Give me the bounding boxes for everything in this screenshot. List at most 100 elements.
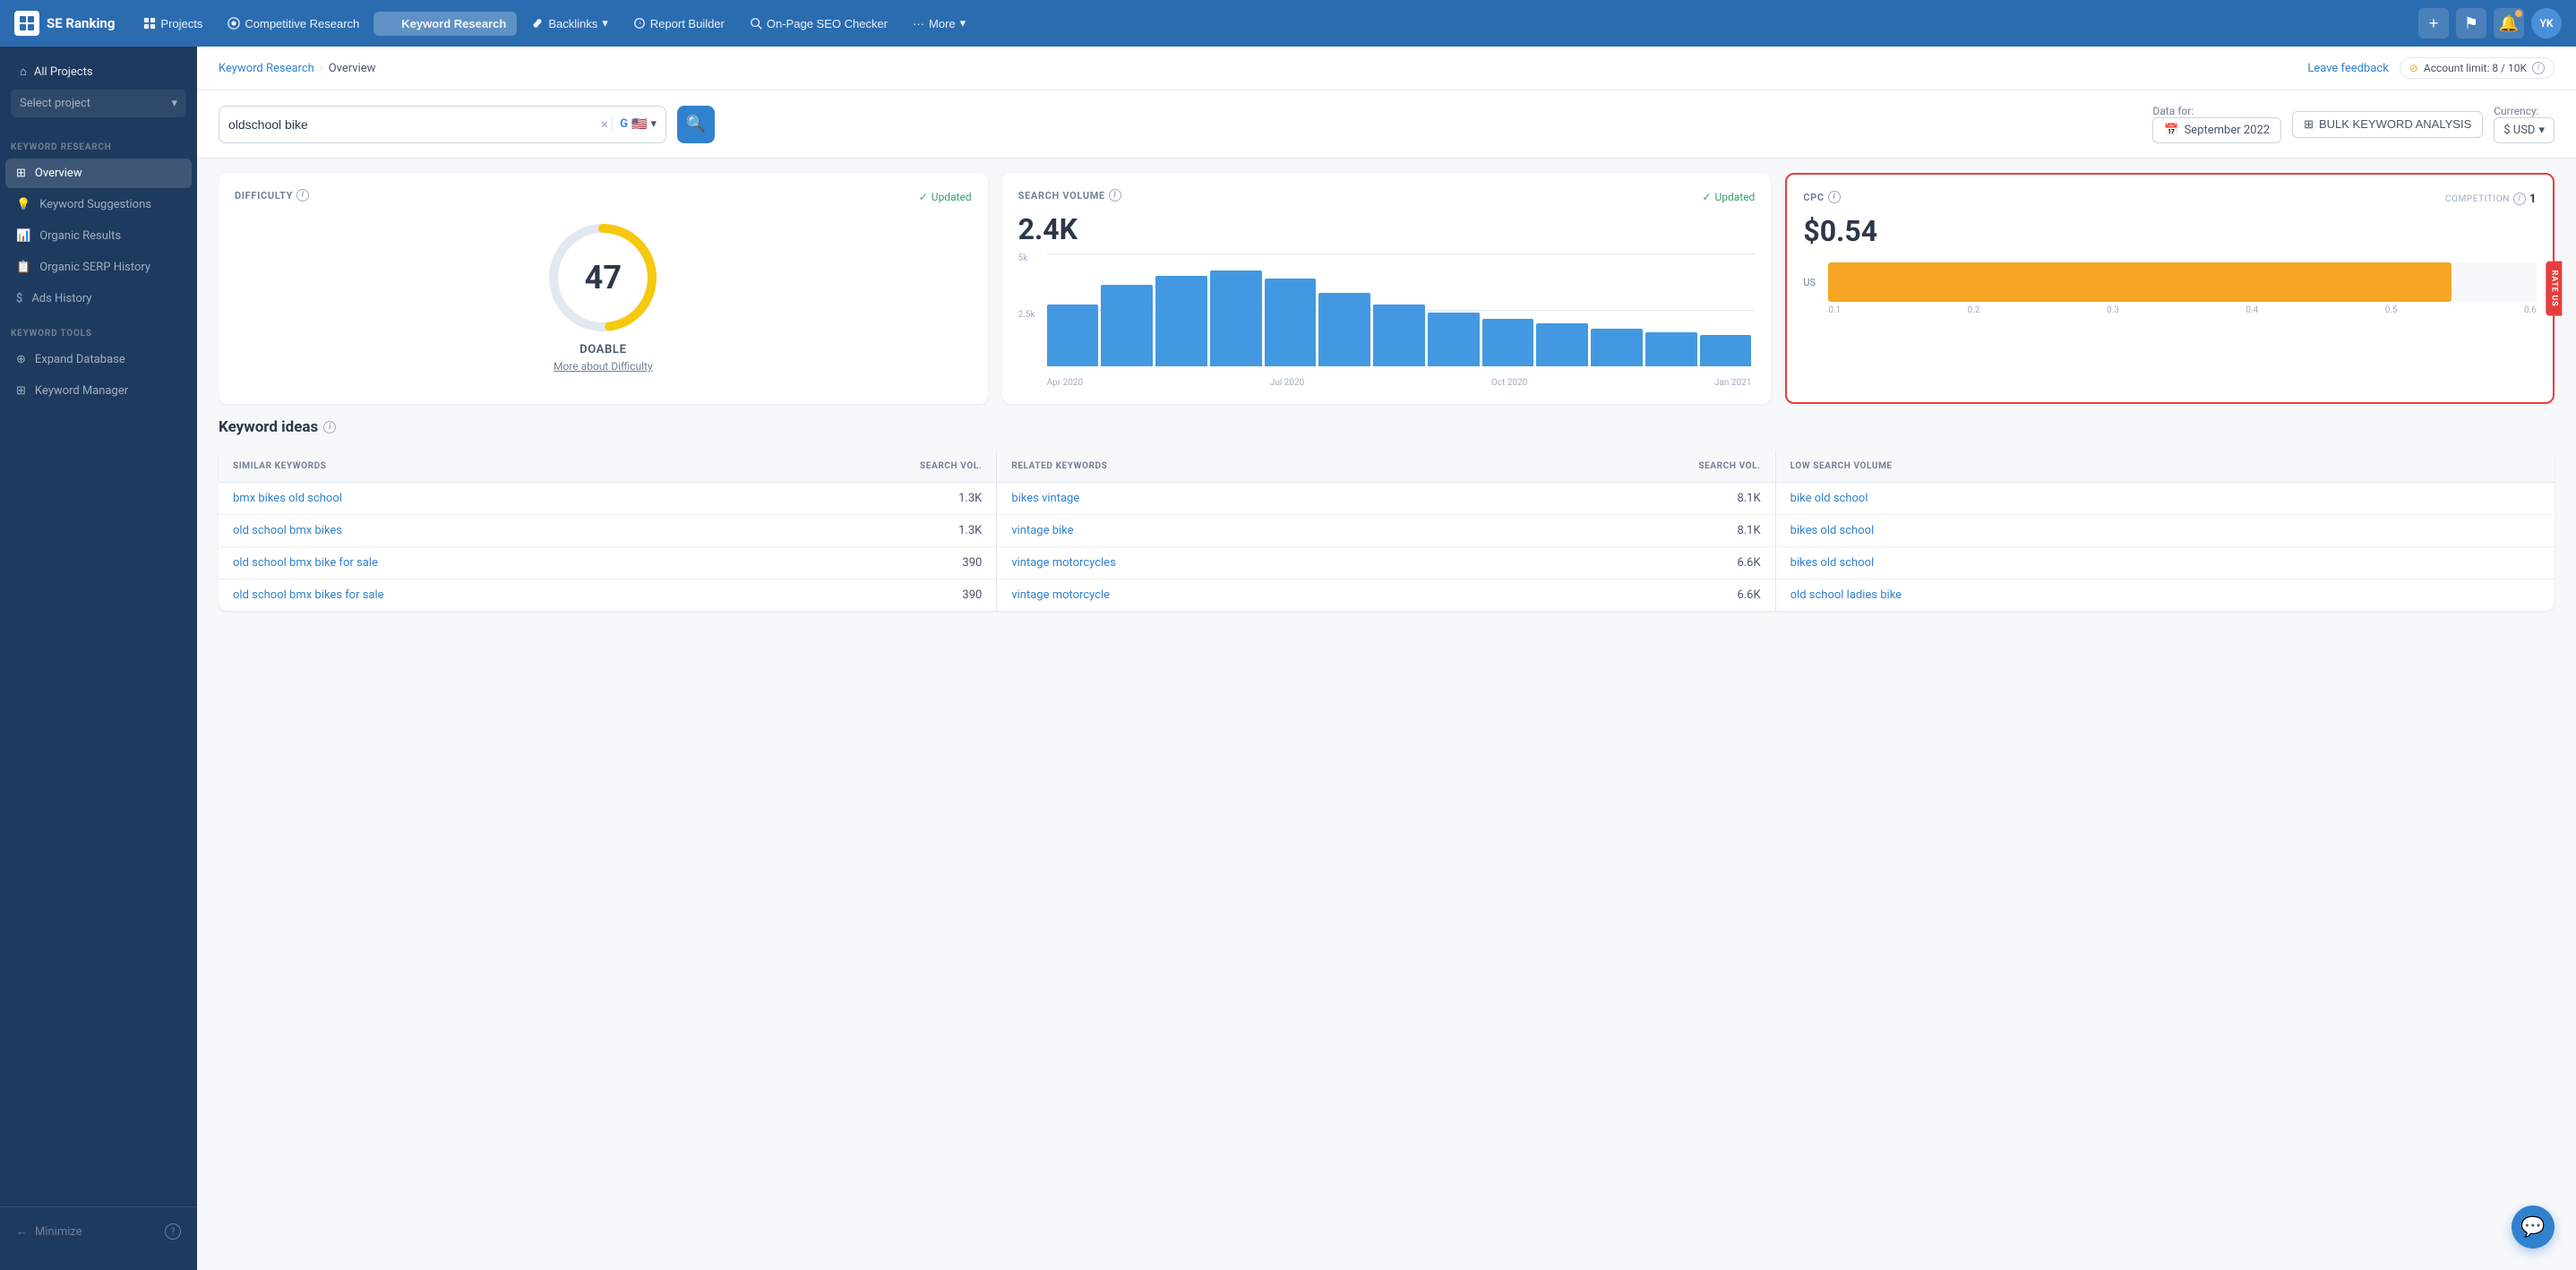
related-keyword-2[interactable]: vintage bike — [1011, 524, 1737, 537]
currency-selector[interactable]: $ USD ▾ — [2494, 117, 2555, 143]
sidebar-item-ads-history[interactable]: $ Ads History — [5, 284, 192, 313]
ads-history-icon: $ — [16, 292, 22, 305]
nav-onpage-label: On-Page SEO Checker — [767, 17, 888, 30]
sv-check-icon: ✓ — [1702, 191, 1711, 203]
search-input[interactable] — [228, 117, 597, 132]
related-keyword-4[interactable]: vintage motorcycle — [1011, 588, 1737, 602]
sidebar-item-keyword-manager[interactable]: ⊞ Keyword Manager — [5, 376, 192, 406]
serp-history-icon: 📋 — [16, 261, 30, 274]
search-volume-card: SEARCH VOLUME i ✓ Updated 2.4K 5k 2.5k — [1002, 173, 1772, 404]
similar-keywords-col: SIMILAR KEYWORDS SEARCH VOL. bmx bikes o… — [219, 451, 997, 611]
add-button[interactable]: + — [2418, 8, 2449, 39]
related-keywords-header: RELATED KEYWORDS SEARCH VOL. — [997, 451, 1774, 483]
similar-keywords-subtitle: SEARCH VOL. — [920, 461, 982, 471]
organic-results-icon: 📊 — [16, 229, 30, 243]
sv-bar — [1047, 305, 1099, 366]
app-logo[interactable]: SE Ranking — [14, 11, 115, 36]
cpc-info-icon[interactable]: i — [1828, 191, 1841, 203]
sv-y-label-2k5: 2.5k — [1018, 310, 1047, 320]
nav-report-builder[interactable]: Report Builder — [623, 12, 735, 36]
similar-keywords-title: SIMILAR KEYWORDS — [233, 461, 920, 471]
project-select-label: Select project — [20, 97, 90, 110]
account-limit-info-icon[interactable]: i — [2532, 62, 2545, 74]
low-sv-col: LOW SEARCH VOLUME bike old school bikes … — [1776, 451, 2555, 611]
difficulty-info-icon[interactable]: i — [296, 189, 309, 202]
nav-competitive-research[interactable]: Competitive Research — [217, 12, 370, 36]
difficulty-updated: ✓ Updated — [919, 191, 972, 203]
cpc-tick-02: 0.2 — [1968, 305, 1980, 315]
user-avatar[interactable]: YK — [2531, 8, 2562, 39]
low-keyword-4[interactable]: old school ladies bike — [1790, 588, 2540, 602]
related-keyword-3[interactable]: vintage motorcycles — [1011, 556, 1737, 570]
date-value: September 2022 — [2185, 124, 2271, 137]
leave-feedback-link[interactable]: Leave feedback — [2307, 62, 2388, 75]
similar-keyword-4[interactable]: old school bmx bikes for sale — [233, 588, 962, 602]
nav-backlinks[interactable]: Backlinks ▾ — [520, 11, 618, 36]
ideas-info-icon[interactable]: i — [323, 421, 336, 433]
sidebar-ads-label: Ads History — [31, 292, 91, 305]
similar-keyword-1[interactable]: bmx bikes old school — [233, 492, 958, 505]
competition-section: COMPETITION i 1 — [2445, 193, 2537, 206]
data-for-section: Data for: 📅 September 2022 ⊞ BULK KEYWOR… — [2152, 105, 2555, 143]
help-icon[interactable]: ? — [165, 1223, 181, 1240]
similar-vol-2: 1.3K — [958, 524, 982, 537]
sv-info-icon[interactable]: i — [1109, 189, 1121, 202]
sv-y-label-5k: 5k — [1018, 253, 1047, 263]
home-icon: ⌂ — [20, 64, 27, 79]
sidebar-item-keyword-suggestions[interactable]: 💡 Keyword Suggestions — [5, 190, 192, 219]
sv-value: 2.4K — [1018, 212, 1756, 246]
related-row-1: bikes vintage 8.1K — [997, 483, 1774, 515]
bulk-analysis-button[interactable]: ⊞ BULK KEYWORD ANALYSIS — [2292, 111, 2483, 138]
low-keyword-3[interactable]: bikes old school — [1790, 556, 2540, 570]
sidebar-item-expand-db[interactable]: ⊕ Expand Database — [5, 345, 192, 374]
cpc-tick-04: 0.4 — [2245, 305, 2258, 315]
related-keyword-1[interactable]: bikes vintage — [1011, 492, 1737, 505]
account-limit: ⊘ Account limit: 8 / 10K i — [2400, 57, 2555, 79]
nav-keyword-research[interactable]: Keyword Research — [374, 12, 517, 36]
data-for-label: Data for: — [2152, 105, 2281, 117]
search-magnifier-icon: 🔍 — [686, 115, 706, 133]
minimize-button[interactable]: ← Minimize ? — [11, 1218, 186, 1245]
nav-onpage-seo[interactable]: On-Page SEO Checker — [739, 12, 898, 36]
sidebar-all-projects[interactable]: ⌂ All Projects — [11, 57, 186, 86]
notifications-button[interactable]: 🔔 — [2494, 8, 2524, 39]
doable-label: DOABLE — [580, 343, 627, 356]
competition-info-icon[interactable]: i — [2513, 193, 2526, 205]
date-selector[interactable]: 📅 September 2022 — [2152, 117, 2281, 143]
related-vol-3: 6.6K — [1737, 556, 1760, 570]
cpc-x-axis: 0.1 0.2 0.3 0.4 0.5 0.6 — [1803, 305, 2537, 315]
nav-more[interactable]: ··· More ▾ — [902, 11, 976, 36]
breadcrumb-root[interactable]: Keyword Research — [219, 62, 314, 75]
nav-projects[interactable]: Projects — [133, 12, 213, 36]
clear-icon[interactable]: × — [597, 116, 613, 133]
flag-button[interactable]: ⚑ — [2456, 8, 2486, 39]
search-button[interactable]: 🔍 — [677, 106, 715, 143]
sv-bar — [1155, 276, 1207, 366]
currency-label: Currency: — [2494, 105, 2555, 117]
cpc-bar-container — [1828, 262, 2537, 302]
similar-keyword-3[interactable]: old school bmx bike for sale — [233, 556, 962, 570]
low-keyword-1[interactable]: bike old school — [1790, 492, 2540, 505]
sidebar-manager-label: Keyword Manager — [35, 384, 128, 398]
data-for-label-wrap: Data for: 📅 September 2022 — [2152, 105, 2281, 143]
sidebar-item-organic-serp[interactable]: 📋 Organic SERP History — [5, 253, 192, 282]
minimize-arrow-icon: ← — [16, 1224, 28, 1239]
chat-button[interactable]: 💬 — [2512, 1206, 2555, 1249]
sidebar-item-overview[interactable]: ⊞ Overview — [5, 159, 192, 188]
nav-backlinks-label: Backlinks — [548, 17, 597, 30]
chat-icon: 💬 — [2520, 1216, 2545, 1239]
similar-keyword-2[interactable]: old school bmx bikes — [233, 524, 958, 537]
keyword-manager-icon: ⊞ — [16, 384, 26, 398]
cpc-country-label: US — [1803, 277, 1821, 288]
sidebar-item-organic-results[interactable]: 📊 Organic Results — [5, 221, 192, 251]
similar-row-4: old school bmx bikes for sale 390 — [219, 579, 996, 611]
difficulty-more-link[interactable]: More about Difficulty — [554, 360, 653, 373]
project-select[interactable]: Select project ▾ — [11, 90, 186, 117]
low-keyword-2[interactable]: bikes old school — [1790, 524, 2540, 537]
app-name: SE Ranking — [47, 15, 115, 31]
rate-us-tab[interactable]: RATE US — [2546, 262, 2563, 316]
related-vol-4: 6.6K — [1737, 588, 1760, 602]
search-engine-selector[interactable]: G 🇺🇸 ▾ — [612, 117, 657, 132]
cpc-tick-05: 0.5 — [2385, 305, 2398, 315]
sv-bar — [1265, 279, 1317, 366]
